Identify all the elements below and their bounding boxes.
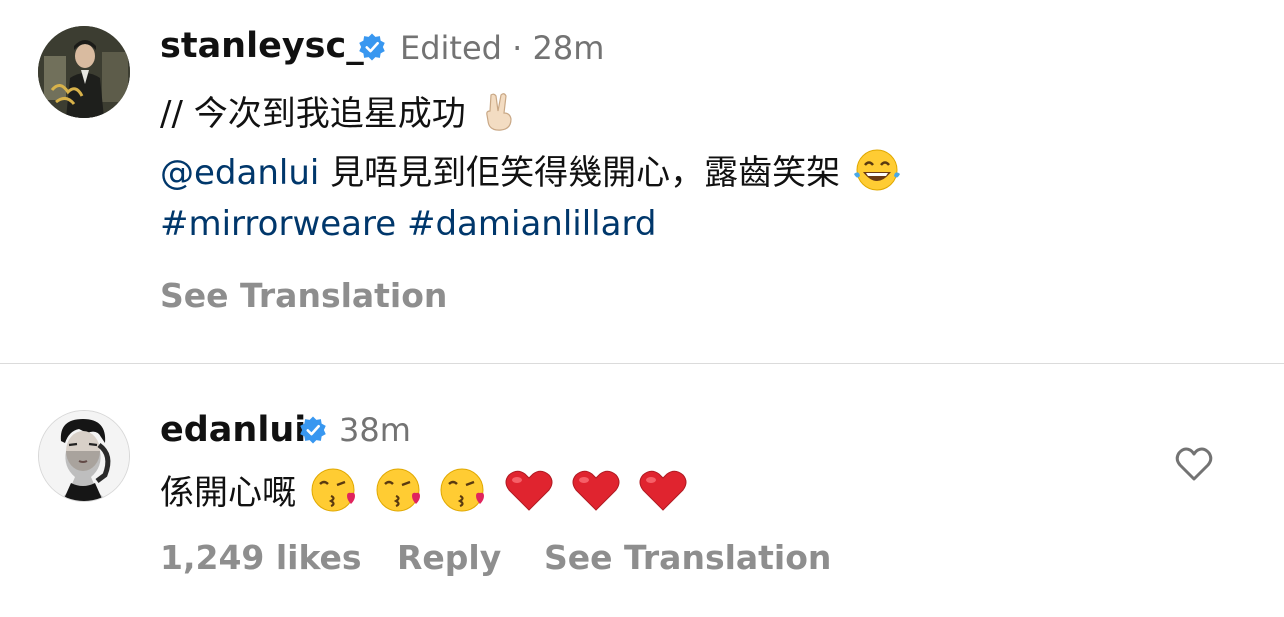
hashtag-link[interactable]: #damianlillard (407, 204, 656, 244)
verified-badge-icon (357, 32, 387, 62)
red-heart-icon (501, 466, 557, 523)
divider (0, 363, 1284, 364)
red-heart-icon (635, 466, 691, 523)
comment-text-line: 係開心嘅 (160, 465, 691, 523)
caption-line-1-text: // 今次到我追星成功 (160, 94, 466, 134)
mention-link[interactable]: @edanlui (160, 153, 319, 193)
like-heart-icon[interactable] (1174, 444, 1214, 484)
comment-text: 係開心嘅 (160, 473, 296, 513)
post-username[interactable]: stanleysc_ (160, 26, 364, 66)
post-meta: Edited · 28m (400, 29, 605, 67)
hashtag-link[interactable]: #mirrorweare (160, 204, 396, 244)
edanlui-avatar[interactable] (38, 410, 130, 502)
avatar-photo (38, 26, 130, 118)
comment-time: 38m (339, 411, 411, 449)
reply-button[interactable]: Reply (397, 538, 501, 577)
post-see-translation-button[interactable]: See Translation (160, 276, 447, 315)
comment-username[interactable]: edanlui (160, 410, 306, 450)
avatar-photo (39, 411, 129, 501)
tears-of-joy-icon (851, 148, 903, 201)
caption-line-1: // 今次到我追星成功 (160, 86, 521, 142)
stanleysc-avatar[interactable] (38, 26, 130, 118)
kiss-icon (436, 466, 490, 523)
caption-line-2-text: 見唔見到佢笑得幾開心，露齒笑架 (319, 153, 841, 193)
victory-hand-icon (477, 89, 521, 142)
kiss-icon (372, 466, 426, 523)
comment-see-translation-button[interactable]: See Translation (544, 538, 831, 577)
kiss-icon (307, 466, 361, 523)
verified-badge-icon (298, 415, 328, 445)
comment-likes-count[interactable]: 1,249 likes (160, 538, 362, 577)
caption-line-2: @edanlui 見唔見到佢笑得幾開心，露齒笑架 (160, 145, 903, 201)
hashtags-line: #mirrorweare #damianlillard (160, 204, 656, 244)
red-heart-icon (568, 466, 624, 523)
